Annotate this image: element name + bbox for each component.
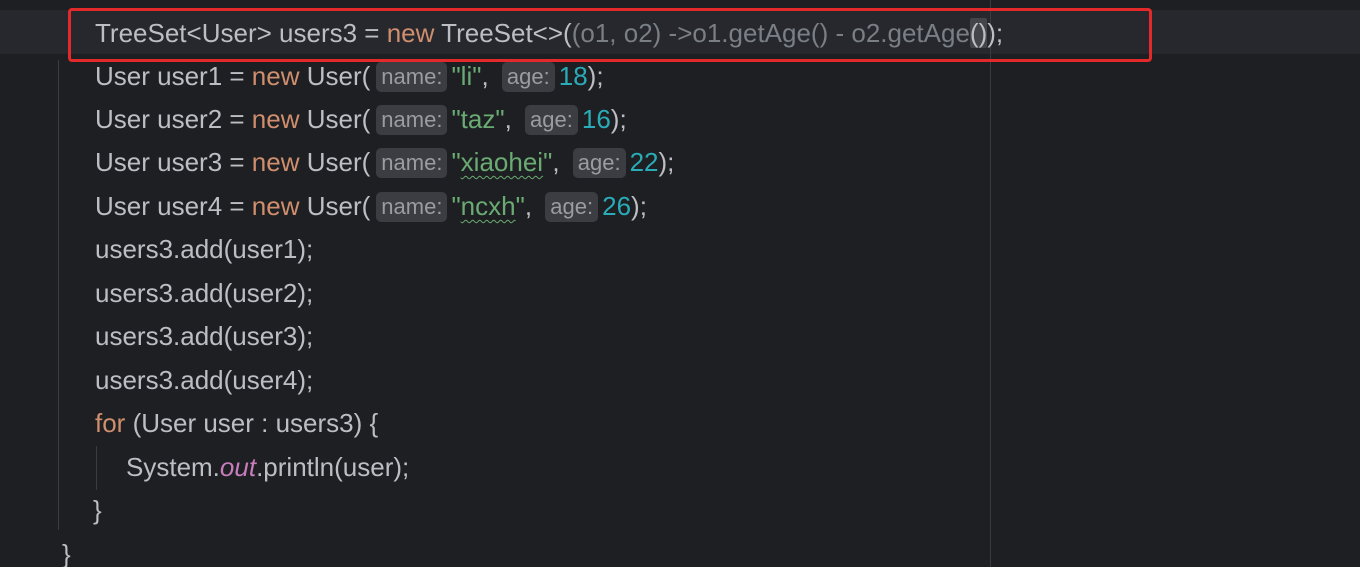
code-line-println[interactable]: System.out.println(user); bbox=[126, 447, 409, 487]
number-literal: 16 bbox=[581, 104, 611, 134]
indent-guide-for bbox=[96, 446, 97, 490]
right-margin-guide bbox=[990, 0, 991, 567]
constructor-token: User( bbox=[299, 147, 371, 177]
decl-token: User user1 = bbox=[95, 61, 252, 91]
string-quote: " bbox=[543, 147, 553, 177]
param-hint-age: age: bbox=[501, 62, 555, 92]
keyword-new: new bbox=[251, 191, 300, 221]
param-hint-name: name: bbox=[376, 148, 448, 178]
string-quote: " bbox=[451, 147, 461, 177]
code-line-user1[interactable]: User user1 = new User(name: "li", age: 18)… bbox=[95, 56, 604, 96]
for-header: (User user : users3) { bbox=[125, 408, 379, 438]
string-quote: " bbox=[515, 191, 525, 221]
param-hint-age: age: bbox=[572, 148, 626, 178]
close-token: ); bbox=[610, 104, 627, 134]
constructor-token: User( bbox=[299, 104, 371, 134]
constructor-token: User( bbox=[299, 191, 371, 221]
code-line-add4[interactable]: users3.add(user4); bbox=[95, 360, 313, 400]
number-literal: 18 bbox=[558, 61, 588, 91]
indent-guide-method bbox=[58, 60, 59, 530]
param-hint-name: name: bbox=[376, 192, 448, 222]
param-hint-name: name: bbox=[376, 105, 448, 135]
string-quote: " bbox=[451, 191, 461, 221]
string-literal: "taz" bbox=[451, 104, 505, 134]
keyword-new: new bbox=[251, 147, 300, 177]
comma: , bbox=[481, 61, 496, 91]
param-hint-name: name: bbox=[376, 62, 448, 92]
comma: , bbox=[504, 104, 520, 134]
comma: , bbox=[552, 147, 567, 177]
code-line-add1[interactable]: users3.add(user1); bbox=[95, 229, 313, 269]
code-line-add3[interactable]: users3.add(user3); bbox=[95, 316, 313, 356]
keyword-new: new bbox=[251, 104, 300, 134]
close-token: ); bbox=[587, 61, 604, 91]
keyword-new: new bbox=[251, 61, 300, 91]
system-token: System. bbox=[126, 452, 220, 482]
decl-token: User user4 = bbox=[95, 191, 252, 221]
constructor-token: User( bbox=[299, 61, 371, 91]
annotation-highlight-box bbox=[68, 8, 1152, 62]
code-line-add2[interactable]: users3.add(user2); bbox=[95, 273, 313, 313]
number-literal: 26 bbox=[602, 191, 632, 221]
code-line-user2[interactable]: User user2 = new User(name: "taz", age: 16… bbox=[95, 99, 627, 139]
close-token: ); bbox=[658, 147, 675, 177]
string-literal-typo: ncxh bbox=[460, 191, 516, 221]
code-line-user3[interactable]: User user3 = new User(name: "xiaohei", ag… bbox=[95, 142, 674, 182]
string-literal-typo: xiaohei bbox=[460, 147, 544, 177]
decl-token: User user3 = bbox=[95, 147, 252, 177]
number-literal: 22 bbox=[629, 147, 659, 177]
param-hint-age: age: bbox=[545, 192, 599, 222]
code-line-user4[interactable]: User user4 = new User(name: "ncxh", age: 2… bbox=[95, 186, 647, 226]
println-call: .println(user); bbox=[256, 452, 410, 482]
close-token: ); bbox=[631, 191, 647, 221]
static-field-out: out bbox=[219, 452, 257, 482]
decl-token: User user2 = bbox=[95, 104, 252, 134]
code-line-close-method[interactable]: } bbox=[62, 534, 71, 567]
param-hint-age: age: bbox=[525, 105, 578, 135]
string-literal: "li" bbox=[451, 61, 482, 91]
code-line-close-for[interactable]: } bbox=[93, 490, 102, 530]
code-editor[interactable]: TreeSet<User> users3 = new TreeSet<>((o1… bbox=[0, 0, 1360, 567]
code-line-for[interactable]: for (User user : users3) { bbox=[95, 403, 378, 443]
comma: , bbox=[524, 191, 540, 221]
keyword-for: for bbox=[95, 408, 126, 438]
